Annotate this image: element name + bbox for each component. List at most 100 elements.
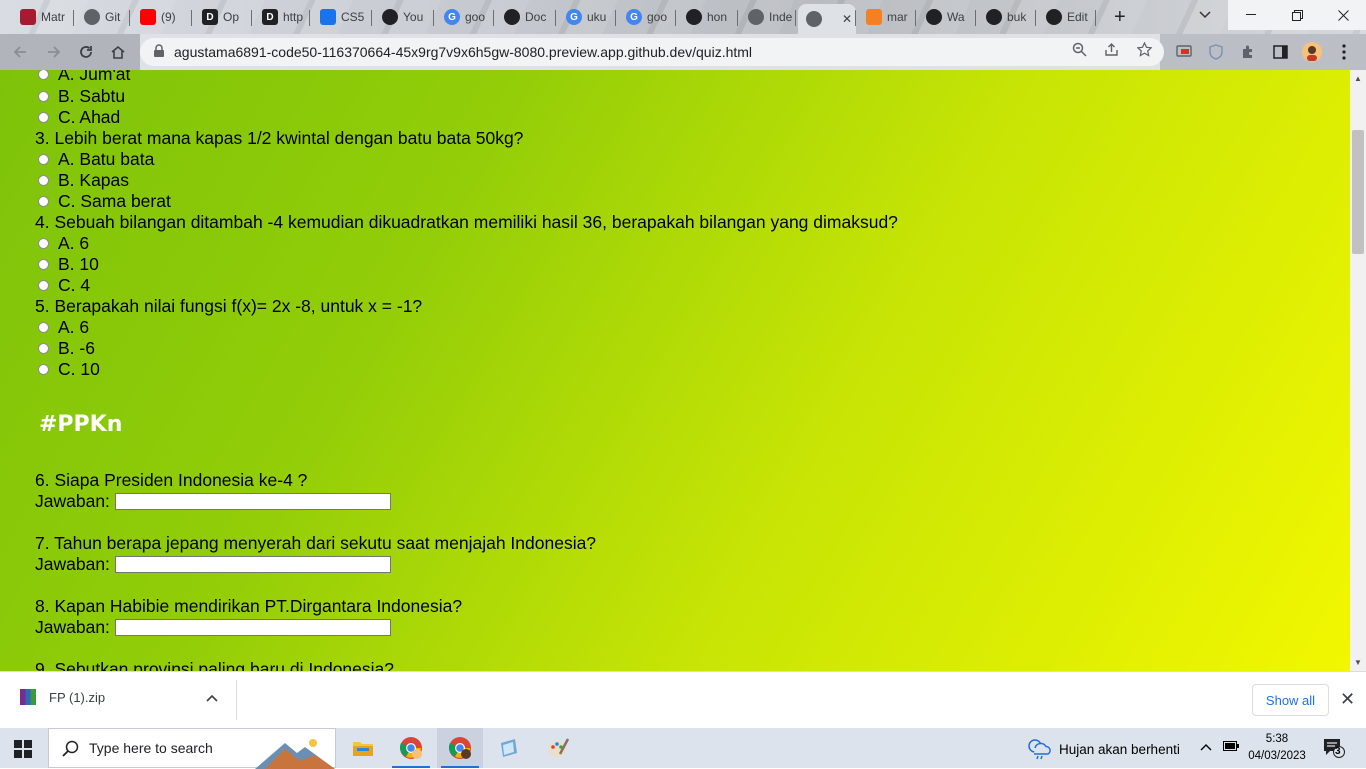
browser-tab[interactable]: D Op	[194, 4, 252, 30]
question-7: 7. Tahun berapa jepang menyerah dari sek…	[35, 533, 597, 553]
zoom-icon[interactable]	[1072, 42, 1087, 60]
close-window-button[interactable]	[1320, 0, 1366, 30]
shield-icon[interactable]	[1206, 42, 1226, 62]
radio-button[interactable]	[38, 196, 49, 207]
radio-button[interactable]	[38, 364, 49, 375]
back-button[interactable]	[8, 40, 32, 64]
reload-button[interactable]	[74, 40, 98, 64]
browser-tab[interactable]: Doc	[496, 4, 556, 30]
radio-button[interactable]	[38, 112, 49, 123]
browser-tab[interactable]: (9)	[132, 4, 192, 30]
browser-tab[interactable]: Guku	[558, 4, 616, 30]
browser-tab[interactable]: Edit	[1038, 4, 1096, 30]
radio-button[interactable]	[38, 343, 49, 354]
browser-tab[interactable]: hon	[678, 4, 738, 30]
browser-tab[interactable]: Ggoo	[436, 4, 494, 30]
radio-button[interactable]	[38, 70, 49, 80]
radio-button[interactable]	[38, 91, 49, 102]
q5-option-c[interactable]: C. 10	[38, 359, 100, 380]
browser-tab[interactable]: Ggoo	[618, 4, 676, 30]
battery-icon[interactable]	[1223, 740, 1239, 754]
q3-option-b[interactable]: B. Kapas	[38, 170, 129, 191]
notification-center-button[interactable]: 3	[1323, 738, 1345, 758]
browser-tab[interactable]: Matr	[12, 4, 74, 30]
q6-answer-input[interactable]	[114, 493, 391, 510]
minimize-button[interactable]	[1228, 0, 1274, 30]
tab-search-button[interactable]	[1182, 0, 1228, 30]
restore-button[interactable]	[1274, 0, 1320, 30]
download-options-chevron-icon[interactable]	[206, 691, 218, 705]
browser-tab[interactable]: Git	[76, 4, 130, 30]
share-icon[interactable]	[1104, 42, 1119, 60]
browser-tab[interactable]: Inde	[740, 4, 796, 30]
radio-button[interactable]	[38, 175, 49, 186]
taskbar-chrome-2[interactable]	[437, 728, 483, 768]
browser-tab[interactable]: Wa	[918, 4, 976, 30]
browser-tab[interactable]: CS5	[312, 4, 372, 30]
close-tab-icon[interactable]: ✕	[842, 12, 852, 26]
tablet-app-icon	[501, 739, 517, 757]
browser-tab[interactable]: You	[374, 4, 434, 30]
q4-option-b[interactable]: B. 10	[38, 254, 99, 275]
tab-title: buk	[1007, 10, 1027, 24]
q4-option-c[interactable]: C. 4	[38, 275, 90, 296]
browser-tab[interactable]: ✕	[798, 4, 856, 34]
radio-button[interactable]	[38, 238, 49, 249]
dev-d-icon: D	[262, 9, 278, 25]
github-icon	[504, 9, 520, 25]
radio-button[interactable]	[38, 259, 49, 270]
side-panel-icon[interactable]	[1270, 42, 1290, 62]
browser-tab[interactable]: mar	[858, 4, 916, 30]
radio-button[interactable]	[38, 154, 49, 165]
profile-avatar-icon[interactable]	[1302, 42, 1322, 62]
taskbar-app-paint[interactable]	[535, 728, 581, 768]
scroll-up-arrow-icon[interactable]: ▲	[1354, 74, 1362, 83]
menu-kebab-icon[interactable]	[1334, 42, 1354, 62]
taskbar-search-box[interactable]: Type here to search	[48, 728, 336, 769]
github-icon	[382, 9, 398, 25]
close-downloads-button[interactable]: ✕	[1340, 689, 1355, 710]
weather-widget[interactable]: Hujan akan berhenti	[1026, 738, 1180, 760]
show-all-button[interactable]: Show all	[1252, 684, 1329, 716]
download-item[interactable]: FP (1).zip	[20, 689, 105, 705]
windows-start-icon[interactable]	[14, 740, 32, 758]
scroll-down-arrow-icon[interactable]: ▼	[1354, 658, 1362, 667]
taskbar-file-explorer[interactable]	[340, 728, 386, 768]
new-tab-button[interactable]: +	[1106, 4, 1134, 30]
q3-option-c[interactable]: C. Sama berat	[38, 191, 171, 212]
google-icon: G	[444, 9, 460, 25]
cast-icon[interactable]	[1174, 42, 1194, 62]
download-file-name: FP (1).zip	[49, 689, 106, 705]
q5-option-b[interactable]: B. -6	[38, 338, 95, 359]
q2-option-b[interactable]: B. Sabtu	[38, 86, 125, 107]
browser-tab[interactable]: Dhttp	[254, 4, 310, 30]
harvard-icon	[20, 9, 36, 25]
q5-option-a[interactable]: A. 6	[38, 317, 89, 338]
q4-option-a[interactable]: A. 6	[38, 233, 89, 254]
q3-option-a[interactable]: A. Batu bata	[38, 149, 154, 170]
system-clock[interactable]: 5:38 04/03/2023	[1244, 731, 1310, 765]
address-bar[interactable]: agustama6891-code50-116370664-45x9rg7v9x…	[140, 38, 1164, 66]
extensions-puzzle-icon[interactable]	[1238, 42, 1258, 62]
taskbar-app-notes[interactable]	[486, 728, 532, 768]
q8-answer-input[interactable]	[114, 619, 391, 636]
bookmark-star-icon[interactable]	[1136, 41, 1153, 60]
radio-button[interactable]	[38, 322, 49, 333]
answer-label: Jawaban:	[35, 554, 110, 574]
browser-tab[interactable]: buk	[978, 4, 1036, 30]
folder-icon	[353, 742, 373, 756]
scrollbar-thumb[interactable]	[1352, 130, 1364, 254]
tab-title: hon	[707, 10, 728, 24]
page-scrollbar[interactable]: ▲ ▼	[1350, 70, 1366, 671]
question-9: 9. Sebutkan provinsi paling baru di Indo…	[35, 659, 394, 671]
q2-option-a[interactable]: A. Jum'at	[38, 70, 130, 85]
tray-overflow-chevron-icon[interactable]	[1200, 740, 1212, 754]
taskbar-chrome-1[interactable]	[388, 728, 434, 768]
forward-button[interactable]	[42, 40, 66, 64]
radio-button[interactable]	[38, 280, 49, 291]
section-title-ppkn: #PPKn	[39, 412, 123, 437]
q7-answer-input[interactable]	[114, 556, 391, 573]
home-button[interactable]	[106, 40, 130, 64]
q2-option-c[interactable]: C. Ahad	[38, 107, 120, 128]
tab-separator	[493, 10, 494, 26]
